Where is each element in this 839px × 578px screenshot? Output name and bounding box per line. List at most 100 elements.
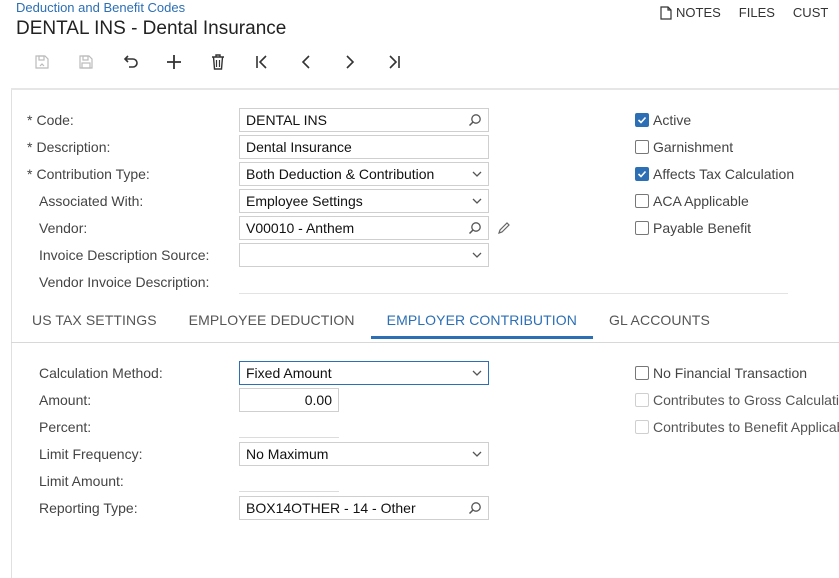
code-field[interactable]: DENTAL INS — [239, 108, 489, 132]
active-checkbox[interactable]: Active — [635, 112, 691, 128]
limit-frequency-value: No Maximum — [246, 446, 329, 462]
files-label: FILES — [738, 5, 775, 20]
checkbox-icon — [635, 221, 649, 235]
edit-pencil-icon[interactable] — [497, 221, 511, 235]
garnishment-checkbox[interactable]: Garnishment — [635, 139, 733, 155]
previous-icon — [301, 55, 310, 69]
checkbox-checked-icon — [635, 167, 649, 181]
tab-gl-accounts[interactable]: GL ACCOUNTS — [593, 312, 726, 339]
vendor-label: Vendor: — [39, 220, 88, 236]
save-close-button[interactable] — [64, 50, 108, 74]
code-value: DENTAL INS — [246, 112, 327, 128]
search-icon[interactable] — [468, 501, 482, 515]
reporting-type-label: Reporting Type: — [39, 500, 138, 516]
no-financial-transaction-label: No Financial Transaction — [653, 365, 808, 381]
code-label-text: Code: — [36, 112, 74, 128]
search-icon[interactable] — [468, 221, 482, 235]
aca-applicable-checkbox[interactable]: ACA Applicable — [635, 193, 749, 209]
customization-label: CUST — [792, 5, 829, 20]
last-icon — [389, 55, 400, 69]
invoice-description-source-label: Invoice Description Source: — [39, 247, 210, 263]
limit-amount-field[interactable] — [239, 491, 339, 492]
aca-applicable-label: ACA Applicable — [653, 193, 749, 209]
save-icon — [35, 55, 49, 69]
page-title: DENTAL INS - Dental Insurance — [16, 18, 287, 39]
required-mark: * — [27, 166, 33, 182]
calculation-method-label: Calculation Method: — [39, 365, 163, 381]
form-left-border — [11, 90, 12, 578]
search-icon[interactable] — [468, 113, 482, 127]
contribution-type-label-text: Contribution Type: — [36, 166, 150, 182]
save-close-icon — [79, 55, 93, 69]
limit-amount-label: Limit Amount: — [39, 473, 124, 489]
contribution-type-label: * Contribution Type: — [27, 166, 150, 182]
contribution-type-select[interactable]: Both Deduction & Contribution — [239, 162, 489, 186]
notes-link[interactable]: NOTES — [660, 5, 721, 20]
notes-label: NOTES — [676, 5, 721, 20]
checkbox-icon — [635, 420, 649, 434]
calculation-method-select[interactable]: Fixed Amount — [239, 361, 489, 385]
no-financial-transaction-checkbox[interactable]: No Financial Transaction — [635, 365, 807, 381]
invoice-description-source-select[interactable] — [239, 243, 489, 267]
required-mark: * — [27, 139, 33, 155]
description-field[interactable]: Dental Insurance — [239, 135, 489, 159]
checkbox-icon — [635, 194, 649, 208]
amount-label: Amount: — [39, 392, 92, 408]
undo-button[interactable] — [108, 50, 152, 74]
checkbox-checked-icon — [635, 113, 649, 127]
contributes-benefit-applicable-checkbox: Contributes to Benefit Applicable — [635, 419, 839, 435]
chevron-down-icon — [472, 198, 482, 204]
active-label: Active — [653, 112, 692, 128]
files-link[interactable]: FILES — [739, 5, 775, 20]
percent-label: Percent: — [39, 419, 92, 435]
required-mark: * — [27, 112, 33, 128]
customization-link[interactable]: CUST — [793, 5, 828, 20]
reporting-type-value: BOX14OTHER - 14 - Other — [246, 500, 416, 516]
checkbox-icon — [635, 366, 649, 380]
reporting-type-field[interactable]: BOX14OTHER - 14 - Other — [239, 496, 489, 520]
breadcrumb[interactable]: Deduction and Benefit Codes — [16, 0, 185, 15]
tab-us-tax-settings[interactable]: US TAX SETTINGS — [16, 312, 173, 339]
vendor-value: V00010 - Anthem — [246, 220, 355, 236]
checkbox-icon — [635, 140, 649, 154]
top-links: NOTES FILES CUST — [660, 5, 839, 20]
last-record-button[interactable] — [372, 50, 416, 74]
chevron-down-icon — [472, 252, 482, 258]
next-record-button[interactable] — [328, 50, 372, 74]
toolbar — [20, 50, 416, 74]
payable-benefit-label: Payable Benefit — [653, 220, 752, 236]
undo-icon — [123, 55, 138, 68]
associated-with-value: Employee Settings — [246, 193, 363, 209]
checkbox-icon — [635, 393, 649, 407]
header-divider — [11, 88, 839, 90]
description-label-text: Description: — [36, 139, 111, 155]
vendor-invoice-description-label: Vendor Invoice Description: — [39, 274, 210, 290]
note-icon — [660, 5, 672, 20]
amount-value: 0.00 — [304, 392, 332, 408]
affects-tax-label: Affects Tax Calculation — [653, 166, 795, 182]
affects-tax-checkbox[interactable]: Affects Tax Calculation — [635, 166, 794, 182]
tab-bar: US TAX SETTINGS EMPLOYEE DEDUCTION EMPLO… — [16, 312, 726, 339]
contribution-type-value: Both Deduction & Contribution — [246, 166, 435, 182]
first-record-button[interactable] — [240, 50, 284, 74]
amount-field[interactable]: 0.00 — [239, 388, 339, 412]
payable-benefit-checkbox[interactable]: Payable Benefit — [635, 220, 751, 236]
add-icon — [167, 55, 181, 69]
chevron-down-icon — [472, 171, 482, 177]
previous-record-button[interactable] — [284, 50, 328, 74]
delete-button[interactable] — [196, 50, 240, 74]
calculation-method-value: Fixed Amount — [246, 365, 332, 381]
vendor-field[interactable]: V00010 - Anthem — [239, 216, 489, 240]
percent-field[interactable] — [239, 437, 339, 438]
tab-employer-contribution[interactable]: EMPLOYER CONTRIBUTION — [370, 312, 593, 339]
limit-frequency-select[interactable]: No Maximum — [239, 442, 489, 466]
chevron-down-icon — [472, 451, 482, 457]
add-button[interactable] — [152, 50, 196, 74]
associated-with-label: Associated With: — [39, 193, 144, 209]
save-button[interactable] — [20, 50, 64, 74]
associated-with-select[interactable]: Employee Settings — [239, 189, 489, 213]
vendor-invoice-description-field[interactable] — [239, 293, 788, 294]
tab-employee-deduction[interactable]: EMPLOYEE DEDUCTION — [173, 312, 371, 339]
first-icon — [256, 55, 267, 69]
next-icon — [346, 55, 355, 69]
